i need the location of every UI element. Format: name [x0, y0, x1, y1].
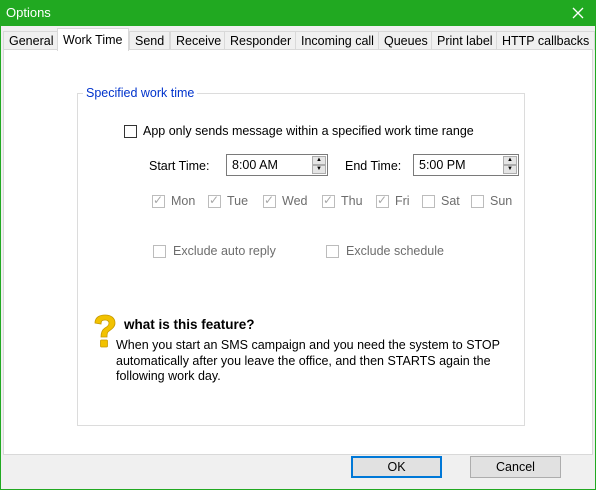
group-legend: Specified work time	[83, 86, 198, 100]
start-time-picker[interactable]: 8:00 AM ▲ ▼	[226, 154, 328, 176]
day-label-wed: Wed	[282, 194, 308, 208]
ok-button[interactable]: OK	[351, 456, 442, 478]
enable-work-time-checkbox[interactable]	[124, 125, 137, 138]
start-time-value: 8:00 AM	[232, 158, 278, 172]
enable-work-time-label: App only sends message within a specifie…	[143, 124, 474, 138]
day-label-thu: Thu	[341, 194, 363, 208]
day-label-sun: Sun	[490, 194, 513, 208]
exclude-schedule-checkbox[interactable]	[326, 245, 339, 258]
spin-down-icon[interactable]: ▼	[312, 165, 326, 174]
check-icon: ✓	[264, 193, 275, 207]
spin-up-icon[interactable]: ▲	[312, 156, 326, 165]
exclude-schedule-label: Exclude schedule	[346, 244, 444, 258]
close-button[interactable]	[560, 0, 596, 26]
day-label-fri: Fri	[395, 194, 410, 208]
day-label-sat: Sat	[441, 194, 460, 208]
end-time-value: 5:00 PM	[419, 158, 466, 172]
end-time-label: End Time:	[345, 159, 402, 173]
end-time-picker[interactable]: 5:00 PM ▲ ▼	[413, 154, 519, 176]
day-checkbox-thu[interactable]: ✓	[322, 193, 335, 208]
day-label-tue: Tue	[227, 194, 249, 208]
work-time-panel: Specified work time App only sends messa…	[3, 49, 593, 455]
window-body: General Work Time Send Receive Responder…	[0, 26, 596, 490]
tab-general[interactable]: General	[3, 31, 60, 50]
help-title: what is this feature?	[124, 317, 255, 332]
start-time-label: Start Time:	[149, 159, 210, 173]
exclude-auto-reply-label: Exclude auto reply	[173, 244, 276, 258]
close-icon	[572, 7, 584, 19]
title-bar: Options	[0, 0, 596, 26]
question-mark-icon	[94, 314, 116, 348]
help-description: When you start an SMS campaign and you n…	[116, 338, 500, 383]
check-icon: ✓	[209, 193, 220, 207]
day-checkbox-wed[interactable]: ✓	[263, 193, 276, 208]
tab-http-callbacks[interactable]: HTTP callbacks	[496, 31, 596, 50]
start-time-spinner[interactable]: ▲ ▼	[312, 156, 326, 174]
spin-up-icon[interactable]: ▲	[503, 156, 517, 165]
day-checkbox-tue[interactable]: ✓	[208, 193, 221, 208]
day-checkbox-mon[interactable]: ✓	[152, 193, 165, 208]
tab-queues[interactable]: Queues	[378, 31, 434, 50]
check-icon: ✓	[377, 193, 388, 207]
check-icon: ✓	[153, 193, 164, 207]
exclude-auto-reply-checkbox[interactable]	[153, 245, 166, 258]
tab-work-time[interactable]: Work Time	[57, 28, 129, 51]
end-time-spinner[interactable]: ▲ ▼	[503, 156, 517, 174]
work-time-group: Specified work time App only sends messa…	[77, 86, 525, 426]
day-checkbox-fri[interactable]: ✓	[376, 193, 389, 208]
day-label-mon: Mon	[171, 194, 196, 208]
tab-responder[interactable]: Responder	[224, 31, 298, 50]
tab-receive[interactable]: Receive	[170, 31, 228, 50]
cancel-button[interactable]: Cancel	[470, 456, 561, 478]
check-icon: ✓	[323, 193, 334, 207]
window-title: Options	[6, 5, 51, 20]
day-checkbox-sun[interactable]	[471, 195, 484, 208]
spin-down-icon[interactable]: ▼	[503, 165, 517, 174]
tab-print-label[interactable]: Print label	[431, 31, 499, 50]
tab-send[interactable]: Send	[129, 31, 171, 50]
day-checkbox-sat[interactable]	[422, 195, 435, 208]
tab-incoming-call[interactable]: Incoming call	[295, 31, 380, 50]
